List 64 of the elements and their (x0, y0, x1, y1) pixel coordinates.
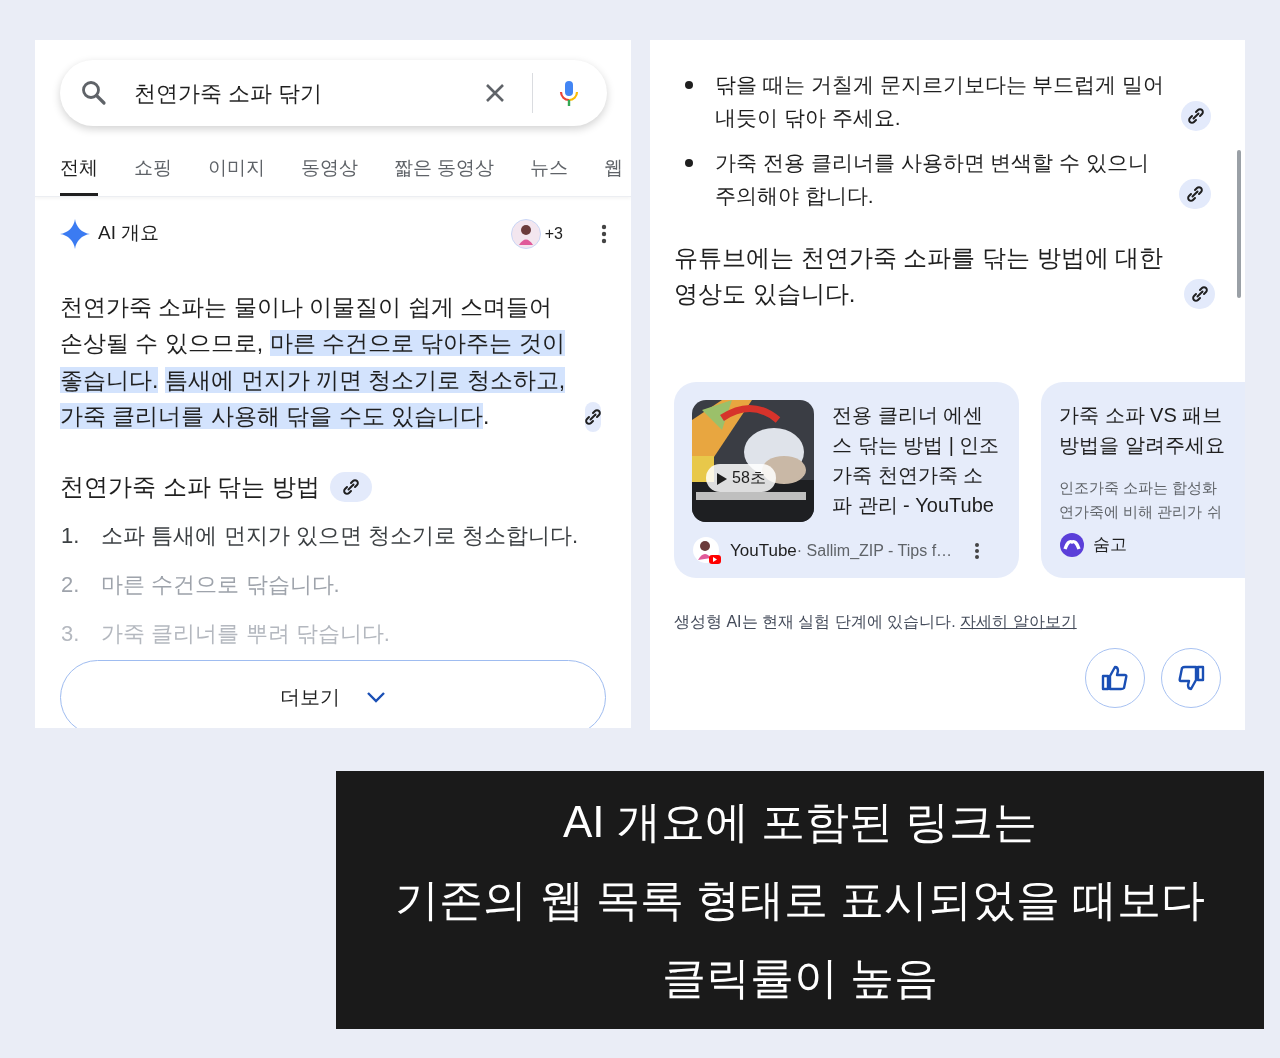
bullet-text: 닦을 때는 거칠게 문지르기보다는 부드럽게 밀어내듯이 닦아 주세요. (715, 72, 1166, 131)
duration-text: 58초 (732, 469, 766, 486)
section-title: AI 개요 (98, 221, 160, 246)
caption-line: AI 개요에 포함된 링크는 (562, 796, 1038, 848)
link-button[interactable] (330, 471, 372, 502)
tab[interactable]: 전체 (60, 142, 98, 196)
article-card[interactable]: 가죽 소파 VS 패브 방법을 알려주세요 인조가죽 소파는 합성화 연가죽에 비해 관리가 쉬 숨고 (1041, 382, 1245, 578)
link-icon (343, 478, 359, 495)
thumbs-up-button[interactable] (1085, 648, 1145, 708)
chevron-down-icon (366, 690, 386, 704)
caption-line: 클릭률이 높음 (661, 952, 939, 1004)
learn-more-link[interactable]: 자세히 알아보기 (960, 613, 1077, 630)
answer-text: 유튜브에는 천연가죽 소파를 닦는 방법에 대한 영상도 있습니다. (674, 243, 1165, 309)
source-name: YouTube (730, 540, 797, 563)
summary-text: 천연가죽 소파는 물이나 이물질이 쉽게 스며들어 손상될 수 있으므로, 마른 수건으로 닦아주는 것이 좋습니다. 틈새에 먼지가 끼면 청소기로 청소하고, 가죽 클리너를 사용해 닦을 수도 있습니다. (60, 292, 567, 431)
card-snippet: 인조가죽 소파는 합성화 연가죽에 비해 관리가 쉬 (1059, 478, 1223, 522)
microphone-icon[interactable] (557, 79, 581, 107)
thumbs-down-button[interactable] (1161, 648, 1221, 708)
scrollbar[interactable] (1237, 150, 1241, 298)
site-logo-icon (1059, 532, 1085, 558)
step-text: 마른 수건으로 닦습니다. (101, 570, 340, 599)
link-icon (585, 408, 601, 425)
source-detail: · Sallim_ZIP - Tips f… (796, 541, 953, 561)
bullet-dot (685, 81, 693, 89)
tab[interactable]: 뉴스 (530, 142, 569, 196)
link-icon (1191, 286, 1208, 302)
search-input[interactable]: 천연가죽 소파 닦기 (132, 75, 484, 111)
step-number: 1. (61, 521, 80, 550)
step-number: 3. (61, 619, 80, 648)
more-options-icon[interactable] (601, 223, 607, 244)
avatar-icon (510, 218, 541, 249)
channel-avatar-icon (692, 536, 722, 566)
bullet-dot (685, 159, 693, 167)
section-heading: 천연가죽 소파 닦는 방법 (60, 471, 320, 502)
video-card[interactable]: 58초 전용 클리너 에센스 닦는 방법 | 인조가죽 천연가죽 소파 관리 - YouTube YouTube· Sallim_ZIP - Tips f… (674, 382, 1019, 578)
bullet-text: 가죽 전용 클리너를 사용하면 변색할 수 있으니 주의해야 합니다. (715, 150, 1150, 209)
tab[interactable]: 이미지 (208, 142, 265, 196)
link-button[interactable] (1181, 101, 1211, 131)
step-number: 2. (61, 570, 80, 599)
source-name: 숨고 (1093, 534, 1127, 557)
tab[interactable]: 쇼핑 (134, 142, 172, 196)
link-button[interactable] (585, 401, 601, 432)
tab[interactable]: 짧은 동영상 (394, 142, 495, 196)
step-text: 가죽 클리너를 뿌려 닦습니다. (101, 619, 390, 648)
thumbs-down-icon (1176, 664, 1206, 692)
more-button[interactable]: 더보기 (60, 659, 606, 728)
tab[interactable]: 웹 (604, 142, 624, 196)
card-title: 가죽 소파 VS 패브 방법을 알려주세요 (1059, 403, 1226, 458)
card-title: 전용 클리너 에센스 닦는 방법 | 인조가죽 천연가죽 소파 관리 - YouTube (832, 403, 1001, 518)
search-icon (80, 79, 108, 107)
link-button[interactable] (1184, 279, 1215, 309)
close-icon[interactable] (484, 82, 506, 104)
link-icon (1187, 186, 1204, 202)
play-icon (716, 471, 728, 486)
disclaimer-text: 생성형 AI는 현재 실험 단계에 있습니다. 자세히 알아보기 (674, 612, 1078, 632)
thumbs-up-icon (1100, 664, 1130, 692)
link-button[interactable] (1179, 179, 1211, 209)
step-text: 소파 틈새에 먼지가 있으면 청소기로 청소합니다. (101, 521, 579, 550)
more-options-icon[interactable] (974, 542, 981, 560)
caption-line: 기존의 웹 목록 형태로 표시되었을 때보다 (395, 874, 1205, 926)
sparkle-icon (60, 218, 90, 249)
link-icon (1188, 108, 1205, 124)
source-count[interactable]: +3 (544, 221, 563, 246)
tab[interactable]: 동영상 (301, 142, 358, 196)
